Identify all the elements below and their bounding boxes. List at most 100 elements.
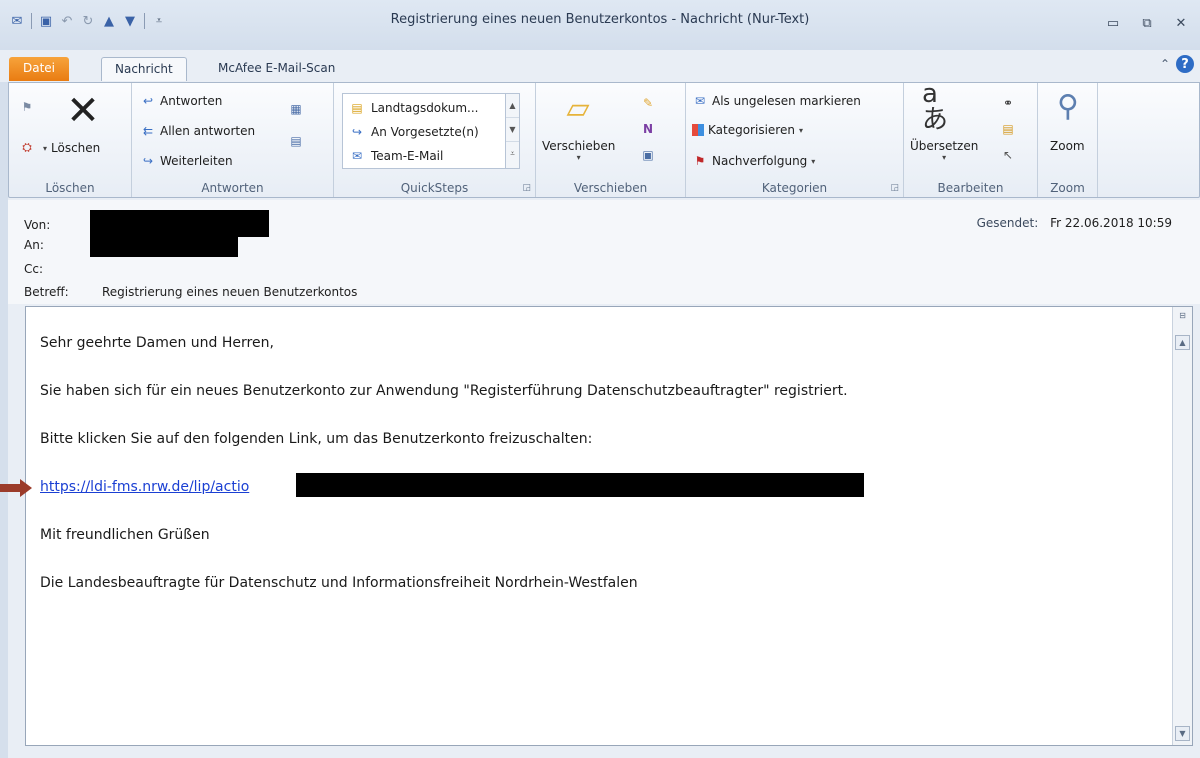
reply-button[interactable]: ↩ Antworten <box>140 93 222 109</box>
activation-link-row: https://ldi-fms.nrw.de/lip/actio <box>40 479 249 495</box>
translate-label: Übersetzen <box>910 139 979 153</box>
group-loeschen: ⚑ ⛭ ✕ ▾ Löschen Löschen <box>9 83 132 197</box>
translate-icon[interactable]: aあ <box>922 81 954 133</box>
scroll-up-icon[interactable]: ▲ <box>1175 335 1190 350</box>
categorize-label: Kategorisieren <box>708 123 795 137</box>
gallery-expand-icon[interactable]: ⩡ <box>506 142 519 166</box>
reply-all-button[interactable]: ⇇ Allen antworten <box>140 123 255 139</box>
sent-info: Gesendet: Fr 22.06.2018 10:59 <box>977 216 1172 230</box>
mark-unread-button[interactable]: ✉ Als ungelesen markieren <box>692 93 861 109</box>
quickstep-label: Landtagsdokum... <box>371 101 479 115</box>
title-bar: ✉ ▣ ↶ ↻ ▲ ▼ ⩡ Registrierung eines neuen … <box>0 0 1200 50</box>
vertical-scrollbar[interactable]: ⊟ ▲ ▼ <box>1172 307 1192 745</box>
reply-all-label: Allen antworten <box>160 124 256 138</box>
quickstep-label: An Vorgesetzte(n) <box>371 125 479 139</box>
scroll-up-icon[interactable]: ▲ <box>506 94 519 118</box>
ribbon-tabs: Datei Nachricht McAfee E-Mail-Scan ⌃ ? <box>0 50 1200 83</box>
quickstep-label: Team-E-Mail <box>371 149 444 163</box>
rules-icon[interactable]: ✎ <box>640 95 656 111</box>
activation-link[interactable]: https://ldi-fms.nrw.de/lip/actio <box>40 479 249 495</box>
help-icon[interactable]: ? <box>1176 55 1194 73</box>
group-label-loeschen: Löschen <box>45 181 95 195</box>
zoom-label: Zoom <box>1050 139 1085 153</box>
tab-datei[interactable]: Datei <box>9 57 70 81</box>
team-email-icon: ✉ <box>351 149 363 163</box>
window-title: Registrierung eines neuen Benutzerkontos… <box>390 12 810 27</box>
forward-icon: ↪ <box>142 154 154 168</box>
cleanup-icon[interactable]: ⛭ <box>19 139 35 155</box>
from-redacted <box>90 210 269 237</box>
actions-icon[interactable]: ▣ <box>640 147 656 163</box>
move-folder-icon[interactable]: ▱ <box>562 93 594 125</box>
ribbon: ⚑ ⛭ ✕ ▾ Löschen Löschen ↩ Antworten ⇇ Al… <box>8 81 1200 198</box>
scroll-down-icon[interactable]: ▼ <box>1175 726 1190 741</box>
envelope-icon: ✉ <box>694 94 706 108</box>
categories-icon <box>692 124 704 136</box>
zoom-button[interactable]: Zoom <box>1050 139 1085 153</box>
quicksteps-gallery: ▤ Landtagsdokum... ↪ An Vorgesetzte(n) ✉… <box>342 93 520 169</box>
meeting-icon[interactable]: ▦ <box>288 101 304 117</box>
window-controls: ▭ ⧉ ✕ <box>1100 14 1194 32</box>
delete-icon[interactable]: ✕ <box>66 91 100 131</box>
related-icon[interactable]: ▤ <box>1000 121 1016 137</box>
translate-button[interactable]: Übersetzen ▾ <box>910 139 978 162</box>
more-respond-icon[interactable]: ▤ <box>288 133 304 149</box>
subject-value: Registrierung eines neuen Benutzerkontos <box>102 285 358 299</box>
tab-nachricht[interactable]: Nachricht <box>101 57 187 81</box>
greeting: Sehr geehrte Damen und Herren, <box>40 335 274 351</box>
categorize-button[interactable]: Kategorisieren ▾ <box>692 123 803 137</box>
group-label-bearbeiten: Bearbeiten <box>937 181 1004 195</box>
sent-label: Gesendet: <box>976 216 1039 230</box>
cc-label: Cc: <box>24 262 44 276</box>
delete-button-label: Löschen <box>51 141 101 155</box>
ribbon-help-area: ⌃ ? <box>1160 55 1194 73</box>
group-bearbeiten: aあ Übersetzen ▾ ⚭ ▤ ↖ Bearbeiten <box>904 81 1038 197</box>
minimize-ribbon-icon[interactable]: ⌃ <box>1160 57 1170 71</box>
quicksteps-scroll: ▲ ▼ ⩡ <box>505 94 519 168</box>
group-label-antworten: Antworten <box>201 181 264 195</box>
dialog-launcher-icon[interactable]: ◲ <box>890 183 899 193</box>
onenote-icon[interactable]: N <box>640 121 656 137</box>
quickstep-item[interactable]: ▤ Landtagsdokum... <box>349 100 478 116</box>
group-kategorien: ✉ Als ungelesen markieren Kategorisieren… <box>686 83 904 197</box>
move-button[interactable]: Verschieben ▾ <box>542 139 615 162</box>
minimize-icon[interactable]: ▭ <box>1100 14 1126 32</box>
paragraph-instruction: Bitte klicken Sie auf den folgenden Link… <box>40 431 593 447</box>
scroll-down-icon[interactable]: ▼ <box>506 118 519 142</box>
message-body[interactable]: Sehr geehrte Damen und Herren, Sie haben… <box>25 306 1193 746</box>
subject-label: Betreff: <box>24 285 69 299</box>
group-antworten: ↩ Antworten ⇇ Allen antworten ↪ Weiterle… <box>132 83 334 197</box>
paragraph-registration: Sie haben sich für ein neues Benutzerkon… <box>40 383 848 399</box>
group-zoom: ⚲ Zoom Zoom <box>1038 83 1098 197</box>
group-verschieben: ▱ Verschieben ▾ ✎ N ▣ Verschieben <box>536 83 686 197</box>
follow-up-label: Nachverfolgung <box>712 154 808 168</box>
group-label-quicksteps: QuickSteps <box>400 181 469 195</box>
find-icon[interactable]: ⚭ <box>1000 95 1016 111</box>
quickstep-item[interactable]: ✉ Team-E-Mail <box>349 148 443 164</box>
select-icon[interactable]: ↖ <box>1000 147 1016 163</box>
forward-button[interactable]: ↪ Weiterleiten <box>140 153 233 169</box>
mark-unread-label: Als ungelesen markieren <box>712 94 861 108</box>
dropdown-arrow-icon: ▾ <box>811 156 816 166</box>
window-left-border <box>0 82 8 758</box>
dialog-launcher-icon[interactable]: ◲ <box>522 183 531 193</box>
forward-label: Weiterleiten <box>160 154 233 168</box>
split-view-icon[interactable]: ⊟ <box>1175 309 1190 324</box>
restore-icon[interactable]: ⧉ <box>1134 14 1160 32</box>
dropdown-arrow-icon: ▾ <box>942 153 947 162</box>
close-icon[interactable]: ✕ <box>1168 14 1194 32</box>
delete-button[interactable]: ▾ Löschen <box>43 141 100 155</box>
dropdown-arrow-icon: ▾ <box>798 125 803 135</box>
arrow-marker-icon <box>0 479 32 497</box>
flag-icon: ⚑ <box>694 154 706 168</box>
signature: Die Landesbeauftragte für Datenschutz un… <box>40 575 638 591</box>
sent-value: Fr 22.06.2018 10:59 <box>1050 216 1172 230</box>
follow-up-button[interactable]: ⚑ Nachverfolgung ▾ <box>692 153 816 169</box>
quickstep-item[interactable]: ↪ An Vorgesetzte(n) <box>349 124 479 140</box>
reply-icon: ↩ <box>142 94 154 108</box>
magnifier-icon[interactable]: ⚲ <box>1052 91 1084 123</box>
from-label: Von: <box>24 218 51 232</box>
ignore-icon[interactable]: ⚑ <box>19 99 35 115</box>
group-label-verschieben: Verschieben <box>573 181 648 195</box>
tab-mcafee-email-scan[interactable]: McAfee E-Mail-Scan <box>205 57 348 81</box>
